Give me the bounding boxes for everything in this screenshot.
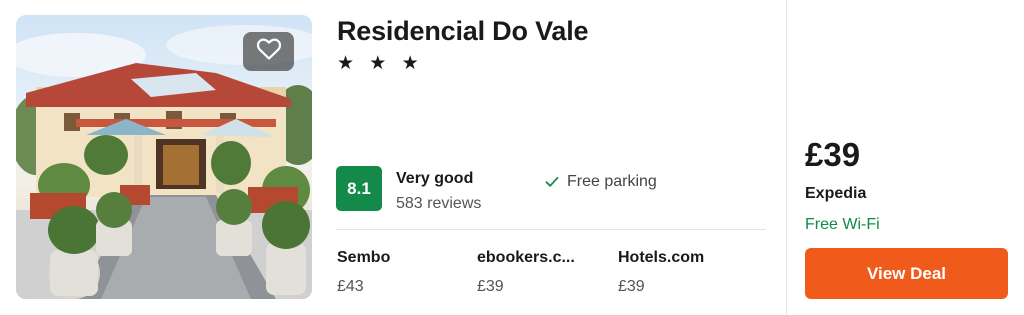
provider-name: ebookers.c... [477, 249, 575, 266]
review-count[interactable]: 583 reviews [396, 195, 481, 213]
provider-option[interactable]: Hotels.com £39 [618, 249, 704, 296]
provider-price: £39 [477, 278, 504, 295]
section-divider [336, 229, 766, 230]
provider-name: Hotels.com [618, 249, 705, 266]
provider-price: £39 [618, 278, 645, 295]
amenity-label: Free parking [567, 173, 657, 190]
check-icon [545, 176, 559, 188]
review-score-badge: 8.1 [336, 166, 382, 211]
hotel-star-rating: ★ ★ ★ [337, 53, 424, 74]
column-divider [786, 0, 787, 315]
view-deal-button[interactable]: View Deal [805, 248, 1008, 299]
provider-option[interactable]: Sembo £43 [337, 249, 390, 296]
best-deal-provider: Expedia [805, 185, 867, 202]
review-rating-label: Very good [396, 170, 474, 187]
amenity-free-parking: Free parking [545, 173, 657, 191]
best-deal-price: £39 [805, 136, 861, 173]
provider-option[interactable]: ebookers.c... £39 [477, 249, 575, 296]
hotel-name[interactable]: Residencial Do Vale [337, 16, 589, 47]
hotel-result-card: Residencial Do Vale ★ ★ ★ 8.1 Very good … [0, 0, 1024, 315]
provider-name: Sembo [337, 249, 391, 266]
provider-price: £43 [337, 278, 364, 295]
best-deal-perk: Free Wi-Fi [805, 216, 880, 233]
favorite-button[interactable] [243, 32, 294, 71]
heart-outline-icon [256, 37, 282, 66]
